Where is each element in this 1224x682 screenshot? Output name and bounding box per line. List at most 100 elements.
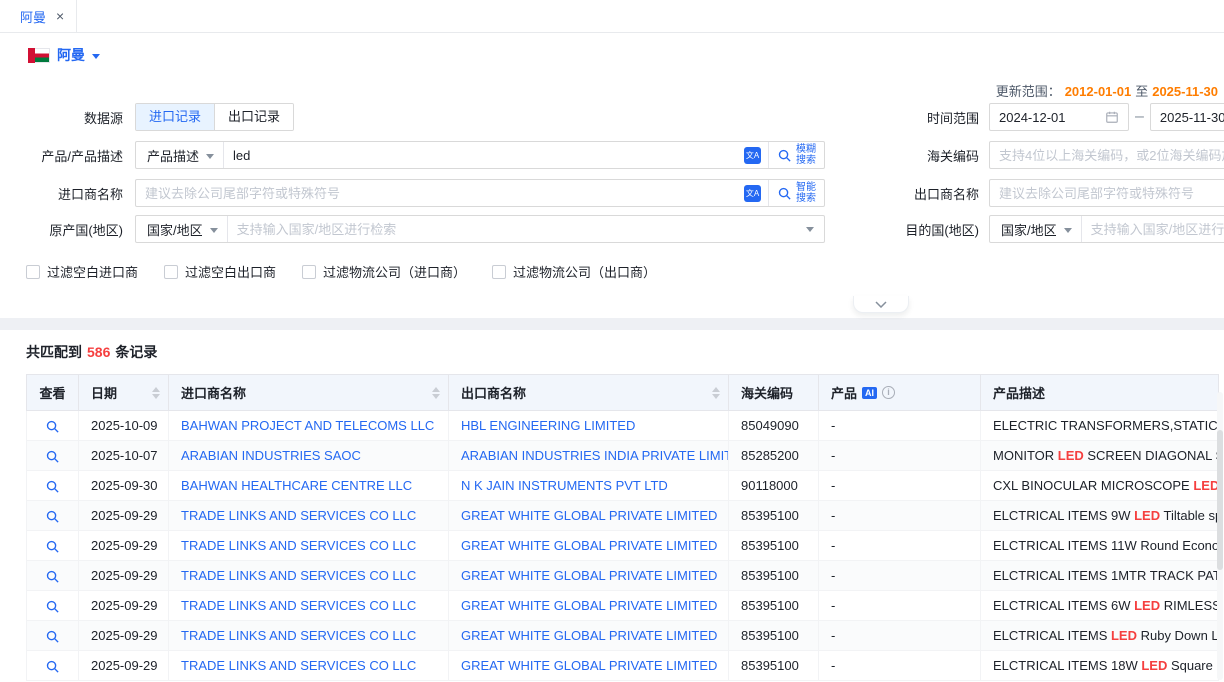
importer-search-group: 文A 智能 搜索	[135, 179, 825, 207]
checkbox-icon[interactable]	[492, 265, 506, 279]
end-date-input[interactable]: 2025-11-30	[1150, 103, 1224, 131]
importer-cell: BAHWAN HEALTHCARE CENTRE LLC	[169, 471, 449, 501]
tab-title: 阿曼	[20, 7, 46, 26]
exporter-link[interactable]: GREAT WHITE GLOBAL PRIVATE LIMITED	[461, 658, 717, 673]
scrollbar-thumb[interactable]	[1217, 430, 1223, 570]
view-cell	[27, 621, 79, 651]
destination-label: 目的国(地区)	[905, 220, 989, 239]
view-record-button[interactable]	[45, 449, 60, 464]
table-row: 2025-09-29TRADE LINKS AND SERVICES CO LL…	[27, 561, 1219, 591]
view-record-button[interactable]	[45, 629, 60, 644]
info-icon[interactable]: i	[882, 386, 895, 399]
magnifier-icon	[45, 599, 60, 614]
results-summary: 共匹配到 586 条记录	[26, 342, 1224, 361]
view-record-button[interactable]	[45, 659, 60, 674]
importer-input[interactable]	[136, 186, 744, 201]
filter-checkbox[interactable]: 过滤空白出口商	[164, 262, 276, 281]
destination-input[interactable]	[1082, 222, 1224, 237]
importer-link[interactable]: ARABIAN INDUSTRIES SAOC	[181, 448, 361, 463]
filter-checkbox[interactable]: 过滤物流公司（出口商）	[492, 262, 656, 281]
description-cell: ELCTRICAL ITEMS 6W LED RIMLESS ...	[981, 591, 1219, 621]
importer-link[interactable]: TRADE LINKS AND SERVICES CO LLC	[181, 568, 416, 583]
destination-select[interactable]: 国家/地区	[990, 216, 1082, 242]
origin-country-select[interactable]: 国家/地区	[136, 216, 228, 242]
product-cell: -	[819, 651, 981, 681]
hs-code-cell: 85395100	[729, 561, 819, 591]
magnifier-icon	[45, 419, 60, 434]
view-record-button[interactable]	[45, 599, 60, 614]
magnifier-icon	[45, 479, 60, 494]
view-record-button[interactable]	[45, 509, 60, 524]
tab-oman[interactable]: 阿曼 ×	[8, 0, 77, 32]
view-record-button[interactable]	[45, 479, 60, 494]
filter-checkbox[interactable]: 过滤空白进口商	[26, 262, 138, 281]
view-cell	[27, 471, 79, 501]
origin-country-input[interactable]	[228, 222, 800, 237]
checkbox-icon[interactable]	[164, 265, 178, 279]
product-input[interactable]	[224, 148, 744, 163]
date-cell: 2025-10-07	[79, 441, 169, 471]
sort-icon[interactable]	[712, 387, 720, 399]
exporter-cell: GREAT WHITE GLOBAL PRIVATE LIMITED	[449, 651, 729, 681]
exporter-link[interactable]: N K JAIN INSTRUMENTS PVT LTD	[461, 478, 668, 493]
fuzzy-search-button[interactable]: 模糊 搜索	[768, 142, 824, 168]
exporter-link[interactable]: GREAT WHITE GLOBAL PRIVATE LIMITED	[461, 568, 717, 583]
exporter-input[interactable]	[990, 186, 1224, 201]
importer-link[interactable]: TRADE LINKS AND SERVICES CO LLC	[181, 598, 416, 613]
exporter-link[interactable]: GREAT WHITE GLOBAL PRIVATE LIMITED	[461, 628, 717, 643]
checkbox-icon[interactable]	[26, 265, 40, 279]
start-date-input[interactable]: 2024-12-01	[989, 103, 1129, 131]
importer-link[interactable]: TRADE LINKS AND SERVICES CO LLC	[181, 538, 416, 553]
header-date[interactable]: 日期	[79, 375, 169, 411]
view-record-button[interactable]	[45, 569, 60, 584]
exporter-link[interactable]: ARABIAN INDUSTRIES INDIA PRIVATE LIMIT..…	[461, 448, 729, 463]
exporter-cell: GREAT WHITE GLOBAL PRIVATE LIMITED	[449, 621, 729, 651]
translate-icon[interactable]: 文A	[744, 147, 761, 164]
update-range-label: 更新范围：	[996, 84, 1061, 99]
view-cell	[27, 531, 79, 561]
exporter-link[interactable]: GREAT WHITE GLOBAL PRIVATE LIMITED	[461, 508, 717, 523]
smart-search-button[interactable]: 智能 搜索	[768, 180, 824, 206]
importer-link[interactable]: BAHWAN HEALTHCARE CENTRE LLC	[181, 478, 412, 493]
hs-code-input[interactable]	[990, 148, 1224, 163]
importer-link[interactable]: TRADE LINKS AND SERVICES CO LLC	[181, 658, 416, 673]
hs-code-cell: 85285200	[729, 441, 819, 471]
exporter-link[interactable]: HBL ENGINEERING LIMITED	[461, 418, 635, 433]
table-row: 2025-09-29TRADE LINKS AND SERVICES CO LL…	[27, 531, 1219, 561]
exporter-link[interactable]: GREAT WHITE GLOBAL PRIVATE LIMITED	[461, 598, 717, 613]
chevron-down-icon	[806, 227, 814, 232]
import-records-tab[interactable]: 进口记录	[136, 104, 214, 130]
sort-icon[interactable]	[152, 387, 160, 399]
importer-cell: TRADE LINKS AND SERVICES CO LLC	[169, 651, 449, 681]
filter-checkbox[interactable]: 过滤物流公司（进口商）	[302, 262, 466, 281]
importer-link[interactable]: TRADE LINKS AND SERVICES CO LLC	[181, 628, 416, 643]
exporter-cell: HBL ENGINEERING LIMITED	[449, 411, 729, 441]
smart-search-label-line1: 智能	[796, 182, 816, 193]
header-exporter[interactable]: 出口商名称	[449, 375, 729, 411]
table-row: 2025-09-29TRADE LINKS AND SERVICES CO LL…	[27, 651, 1219, 681]
header-importer[interactable]: 进口商名称	[169, 375, 449, 411]
export-records-tab[interactable]: 出口记录	[214, 104, 293, 130]
results-tbody: 2025-10-09BAHWAN PROJECT AND TELECOMS LL…	[27, 411, 1219, 681]
description-cell: MONITOR LED SCREEN DIAGONAL S...	[981, 441, 1219, 471]
table-row: 2025-09-29TRADE LINKS AND SERVICES CO LL…	[27, 591, 1219, 621]
checkbox-icon[interactable]	[302, 265, 316, 279]
view-record-button[interactable]	[45, 539, 60, 554]
exporter-link[interactable]: GREAT WHITE GLOBAL PRIVATE LIMITED	[461, 538, 717, 553]
translate-icon[interactable]: 文A	[744, 185, 761, 202]
hs-code-group	[989, 141, 1224, 169]
sort-icon[interactable]	[432, 387, 440, 399]
country-selector[interactable]: 阿曼	[28, 45, 100, 65]
product-type-select[interactable]: 产品描述	[136, 142, 224, 168]
importer-link[interactable]: TRADE LINKS AND SERVICES CO LLC	[181, 508, 416, 523]
product-search-group: 产品描述 文A 模糊 搜索	[135, 141, 825, 169]
date-cell: 2025-09-30	[79, 471, 169, 501]
magnifier-icon	[45, 569, 60, 584]
view-record-button[interactable]	[45, 419, 60, 434]
importer-link[interactable]: BAHWAN PROJECT AND TELECOMS LLC	[181, 418, 434, 433]
collapse-form-button[interactable]	[853, 296, 909, 313]
vertical-scrollbar[interactable]	[1217, 392, 1223, 680]
oman-flag-icon	[28, 48, 50, 63]
tab-close-icon[interactable]: ×	[56, 9, 64, 23]
checkbox-label: 过滤空白进口商	[47, 262, 138, 281]
